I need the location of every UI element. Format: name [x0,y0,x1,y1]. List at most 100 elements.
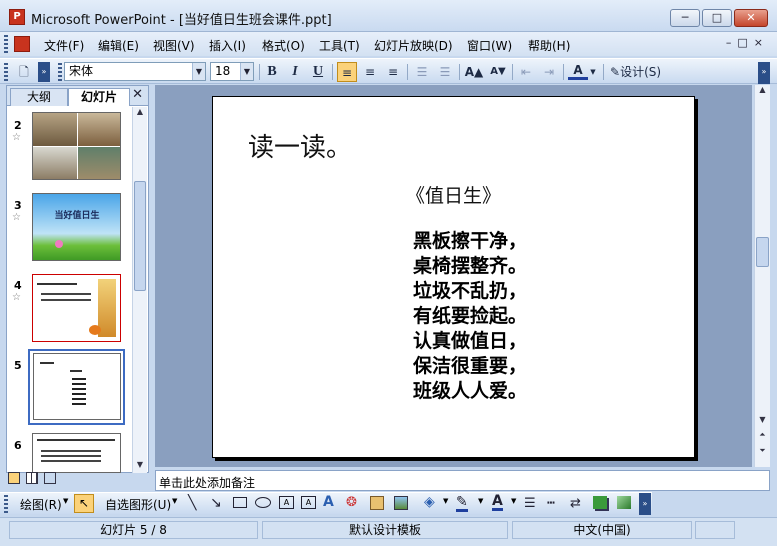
font-name-combo[interactable]: 宋体 ▼ [64,62,206,81]
document-window-controls[interactable]: –□× [726,36,769,49]
poem-body[interactable]: 黑板擦干净， 桌椅摆整齐。 垃圾不乱扔， 有纸要捡起。 认真做值日， 保洁很重要… [413,229,527,404]
menu-file[interactable]: 文件(F) [44,37,84,54]
numbered-list-icon[interactable]: ☰ [412,62,432,82]
insert-picture-icon[interactable] [394,496,408,510]
design-button[interactable]: ✎设计(S) [610,62,668,82]
slide-thumb-6[interactable] [32,433,121,473]
chevron-down-icon[interactable]: ▼ [240,63,253,80]
clip-art-icon[interactable] [370,496,384,510]
normal-view-icon[interactable] [8,472,20,484]
line-color-icon[interactable]: ✎ [456,494,468,512]
design-template-name[interactable]: 默认设计模板 [262,521,508,539]
rectangle-icon[interactable] [233,497,247,508]
formatting-toolbar: 🗋 » 宋体 ▼ 18 ▼ B I U ≡ ≡ ≡ ☰ ☰ A▲ A▼ ⇤ ⇥ … [0,58,777,84]
scroll-up-icon[interactable]: ▲ [756,85,769,99]
chevron-down-icon[interactable]: ▼ [192,63,205,80]
menu-slideshow[interactable]: 幻灯片放映(D) [374,37,453,54]
menu-view[interactable]: 视图(V) [153,37,195,54]
next-slide-icon[interactable]: ⏷ [756,446,769,460]
slide-scrollbar[interactable]: ▲ ▼ ⏶ ⏷ [754,85,770,467]
increase-font-size-icon[interactable]: A▲ [464,62,484,82]
italic-button[interactable]: I [285,62,305,82]
oval-icon[interactable] [255,497,271,508]
maximize-button[interactable]: □ [702,9,732,27]
scroll-down-icon[interactable]: ▼ [756,415,769,429]
toolbar-options-icon[interactable]: » [758,62,770,84]
toolbar-options-icon[interactable]: » [639,493,651,515]
dash-style-icon[interactable]: ┅ [547,496,555,511]
document-icon[interactable] [14,36,30,52]
toolbar-grip-2[interactable] [58,63,62,81]
pumpkin-decor [89,325,101,335]
previous-slide-icon[interactable]: ⏶ [756,430,769,444]
slide-thumb-5[interactable] [33,353,121,420]
select-objects-icon[interactable]: ↖ [74,494,94,513]
minimize-button[interactable]: ─ [670,9,700,27]
new-document-icon[interactable]: 🗋 [14,62,34,82]
align-left-icon[interactable]: ≡ [337,62,357,82]
arrow-style-icon[interactable]: ⇄ [570,496,581,511]
menu-format[interactable]: 格式(O) [262,37,305,54]
increase-indent-icon[interactable]: ⇥ [539,62,559,82]
chevron-down-icon[interactable]: ▼ [511,497,516,505]
menu-window[interactable]: 窗口(W) [467,37,512,54]
tab-slides[interactable]: 幻灯片 [68,88,130,106]
textbox-icon[interactable]: A [279,496,294,509]
poem-title[interactable]: 《值日生》 [406,181,501,208]
slide-thumb-4[interactable] [32,274,121,342]
fill-color-icon[interactable]: ◈ [424,494,435,510]
close-button[interactable]: ✕ [734,9,768,27]
font-size-combo[interactable]: 18 ▼ [210,62,254,81]
line-style-icon[interactable]: ☰ [524,496,536,511]
scroll-down-icon[interactable]: ▼ [134,460,146,473]
menu-tools[interactable]: 工具(T) [319,37,360,54]
diagram-icon[interactable]: ❂ [346,495,357,510]
chevron-down-icon[interactable]: ▼ [478,497,483,505]
line-icon[interactable]: ╲ [188,495,196,511]
3d-style-icon[interactable] [617,496,631,509]
toolbar-options-icon[interactable]: » [38,62,50,82]
chevron-down-icon[interactable]: ▼ [588,62,598,82]
bold-button[interactable]: B [262,62,282,82]
slide-number: 3 [14,199,22,212]
current-slide[interactable]: 读一读。 《值日生》 黑板擦干净， 桌椅摆整齐。 垃圾不乱扔， 有纸要捡起。 认… [212,96,695,458]
menu-help[interactable]: 帮助(H) [528,37,570,54]
font-color-icon[interactable]: A [568,62,588,80]
notes-pane[interactable]: 单击此处添加备注 [155,470,770,491]
decrease-font-size-icon[interactable]: A▼ [488,62,508,82]
menu-edit[interactable]: 编辑(E) [98,37,139,54]
autoshapes-menu[interactable]: 自选图形(U) [105,496,171,513]
chevron-down-icon[interactable]: ▼ [63,497,68,505]
bulleted-list-icon[interactable]: ☰ [435,62,455,82]
font-color-icon[interactable]: A [492,493,503,511]
slide-thumb-2[interactable] [32,112,121,180]
arrow-icon[interactable]: ↘ [210,495,222,511]
wordart-icon[interactable]: A [323,494,334,510]
chevron-down-icon[interactable]: ▼ [443,497,448,505]
slide-heading[interactable]: 读一读。 [248,127,352,164]
decrease-indent-icon[interactable]: ⇤ [516,62,536,82]
draw-menu[interactable]: 绘图(R) [20,496,62,513]
tab-outline[interactable]: 大纲 [10,88,68,106]
chevron-down-icon[interactable]: ▼ [172,497,177,505]
align-right-icon[interactable]: ≡ [383,62,403,82]
shadow-style-icon[interactable] [593,496,607,509]
menu-insert[interactable]: 插入(I) [209,37,246,54]
menubar-grip[interactable] [4,35,8,53]
vertical-textbox-icon[interactable]: A [301,496,316,509]
drawbar-grip[interactable] [4,495,8,513]
slide-editing-area[interactable]: 读一读。 《值日生》 黑板擦干净， 桌椅摆整齐。 垃圾不乱扔， 有纸要捡起。 认… [155,85,752,467]
underline-button[interactable]: U [308,62,328,82]
align-center-icon[interactable]: ≡ [360,62,380,82]
scroll-thumb[interactable] [134,181,146,291]
slide-thumb-3[interactable]: 当好值日生 [32,193,121,261]
toolbar-grip[interactable] [4,63,8,81]
close-icon[interactable]: ✕ [132,87,143,102]
scroll-thumb[interactable] [756,237,769,267]
slide-show-view-icon[interactable] [43,472,56,484]
powerpoint-app-icon[interactable]: P [9,9,25,25]
pane-tabs: 大纲 幻灯片 ✕ [7,86,148,106]
thumbnail-scrollbar[interactable]: ▲ ▼ [132,107,147,473]
slide-sorter-view-icon[interactable] [25,472,38,484]
scroll-up-icon[interactable]: ▲ [134,107,146,120]
